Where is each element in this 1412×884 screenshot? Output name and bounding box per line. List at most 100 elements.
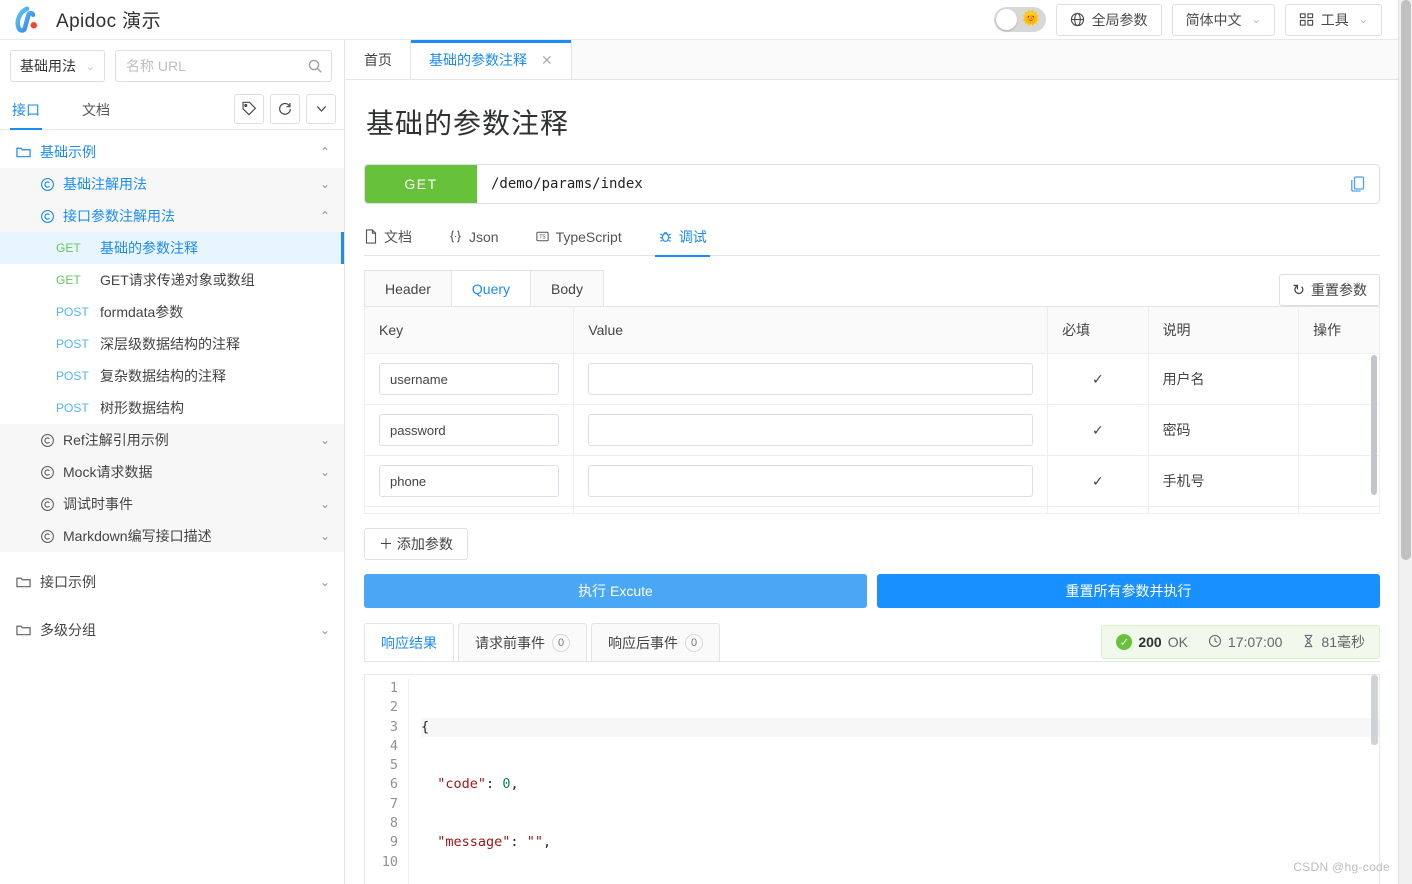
line-number: 6: [389, 776, 398, 793]
search-input[interactable]: [126, 58, 307, 74]
app-logo[interactable]: [0, 5, 42, 35]
tree-doc-basic-annotation[interactable]: 基础注解用法 ⌄: [0, 168, 344, 200]
editor-scrollbar[interactable]: [1371, 675, 1378, 745]
doctab-label: Json: [469, 228, 499, 245]
line-number-gutter: 1 2 3 4 5 6 7 8 9 10: [365, 679, 409, 884]
param-value-input[interactable]: [588, 363, 1034, 395]
project-select[interactable]: 基础用法 ⌄: [10, 50, 105, 82]
table-scrollbar[interactable]: [1371, 355, 1377, 495]
refresh-icon: ↻: [1292, 282, 1305, 299]
tag-icon[interactable]: [234, 93, 264, 124]
param-key-input[interactable]: [379, 363, 560, 395]
tree-api-formdata[interactable]: POST formdata参数: [0, 296, 344, 328]
scrollbar-thumb[interactable]: [1401, 0, 1411, 560]
param-action: [1298, 506, 1379, 513]
global-params-label: 全局参数: [1091, 11, 1148, 28]
tree-api-get-object-array[interactable]: GET GET请求传递对象或数组: [0, 264, 344, 296]
chevron-down-icon: ⌄: [1251, 14, 1261, 26]
chevron-down-icon[interactable]: ⌄: [320, 498, 330, 510]
chevron-down-icon[interactable]: ⌄: [320, 466, 330, 478]
folder-icon: [16, 145, 31, 159]
refresh-icon[interactable]: [270, 93, 300, 124]
copyright-icon: [40, 177, 55, 192]
tab-label: 基础的参数注释: [429, 51, 527, 68]
ptab-header[interactable]: Header: [364, 270, 452, 306]
global-params-button[interactable]: 全局参数: [1055, 3, 1162, 36]
close-icon[interactable]: ✕: [541, 53, 553, 67]
grid-icon: [1299, 12, 1314, 27]
reset-and-execute-button[interactable]: 重置所有参数并执行: [877, 574, 1380, 608]
tree-doc-param-annotation[interactable]: 接口参数注解用法 ⌃: [0, 200, 344, 232]
tree-label: 多级分组: [40, 622, 96, 638]
param-value-input[interactable]: [588, 414, 1034, 446]
tree-label: 基础的参数注释: [100, 240, 198, 256]
chevron-up-icon[interactable]: ⌃: [320, 146, 330, 158]
doctab-typescript[interactable]: TS TypeScript: [535, 218, 622, 256]
ptab-body[interactable]: Body: [530, 270, 604, 306]
ptab-query[interactable]: Query: [450, 270, 532, 306]
tree-api-tree-structure[interactable]: POST 树形数据结构: [0, 392, 344, 424]
tree-folder-interface-examples[interactable]: 接口示例 ⌄: [0, 566, 344, 598]
sidebar-tab-document[interactable]: 文档: [82, 88, 110, 130]
tree-doc-markdown-desc[interactable]: Markdown编写接口描述 ⌄: [0, 520, 344, 552]
status-code-group: ✓ 200 OK: [1116, 634, 1188, 650]
copyright-icon: [40, 497, 55, 512]
tree-doc-debug-events[interactable]: 调试时事件 ⌄: [0, 488, 344, 520]
chevron-down-icon[interactable]: ⌄: [320, 576, 330, 588]
status-time: 17:07:00: [1227, 634, 1283, 650]
search-icon[interactable]: [307, 58, 323, 74]
tree-api-basic-params[interactable]: GET 基础的参数注释: [0, 232, 344, 264]
search-box[interactable]: [115, 50, 332, 82]
tree-doc-ref-annotation[interactable]: Ref注解引用示例 ⌄: [0, 424, 344, 456]
line-number: 1: [389, 680, 398, 696]
method-badge: POST: [56, 305, 89, 319]
execute-button[interactable]: 执行 Excute: [364, 574, 867, 608]
doctab-label: 调试: [678, 228, 707, 245]
param-action: [1298, 353, 1379, 405]
status-duration-group: 81毫秒: [1302, 632, 1365, 652]
theme-toggle[interactable]: 🌞: [993, 7, 1046, 32]
tree-label: 复杂数据结构的注释: [100, 368, 226, 384]
rtab-response-result[interactable]: 响应结果: [364, 623, 454, 661]
chevron-down-icon[interactable]: [306, 93, 336, 124]
tab-basic-params[interactable]: 基础的参数注释 ✕: [411, 40, 572, 79]
reset-params-button[interactable]: ↻ 重置参数: [1279, 274, 1380, 306]
copy-icon[interactable]: [1337, 165, 1379, 203]
language-select[interactable]: 简体中文 ⌄: [1171, 3, 1275, 36]
rtab-label: 响应后事件: [608, 634, 678, 651]
app-title: Apidoc 演示: [56, 11, 161, 32]
chevron-down-icon[interactable]: ⌄: [320, 530, 330, 542]
sidebar-tab-interface[interactable]: 接口: [10, 88, 42, 130]
globe-icon: [1070, 12, 1085, 27]
param-key-input[interactable]: [379, 465, 560, 497]
url-input[interactable]: /demo/params/index: [477, 165, 1337, 203]
chevron-down-icon[interactable]: ⌄: [320, 624, 330, 636]
tree-folder-multi-level-group[interactable]: 多级分组 ⌄: [0, 614, 344, 646]
col-description: 说明: [1148, 307, 1300, 354]
doctab-document[interactable]: 文档: [364, 218, 412, 256]
tree-label: formdata参数: [100, 304, 184, 320]
rtab-pre-request-events[interactable]: 请求前事件 0: [458, 623, 587, 661]
tree-folder-basic-examples[interactable]: 基础示例 ⌃: [0, 136, 344, 168]
doctab-debug[interactable]: 调试: [654, 218, 710, 257]
tools-menu-button[interactable]: 工具 ⌄: [1284, 3, 1382, 36]
tree-api-deep-structure[interactable]: POST 深层级数据结构的注释: [0, 328, 344, 360]
add-param-button[interactable]: ＋ 添加参数: [364, 528, 468, 560]
tree-api-complex-structure[interactable]: POST 复杂数据结构的注释: [0, 360, 344, 392]
tree-label: Markdown编写接口描述: [63, 528, 212, 544]
chevron-down-icon: ⌄: [85, 60, 95, 73]
tree-label: GET请求传递对象或数组: [100, 272, 255, 288]
tree-doc-mock-data[interactable]: Mock请求数据 ⌄: [0, 456, 344, 488]
param-required: ✓: [1047, 353, 1149, 405]
chevron-down-icon[interactable]: ⌄: [320, 178, 330, 190]
tab-home[interactable]: 首页: [346, 40, 411, 79]
chevron-up-icon[interactable]: ⌃: [320, 210, 330, 222]
param-value-input[interactable]: [588, 465, 1034, 497]
doctab-json[interactable]: Json: [448, 218, 499, 256]
page-scrollbar[interactable]: [1398, 0, 1412, 884]
param-key-input[interactable]: [379, 414, 560, 446]
response-body-editor[interactable]: 1 2 3 4 5 6 7 8 9 10 { "code": 0, "messa…: [364, 674, 1380, 884]
chevron-down-icon[interactable]: ⌄: [320, 434, 330, 446]
method-select[interactable]: GET: [365, 165, 477, 203]
rtab-post-response-events[interactable]: 响应后事件 0: [591, 623, 720, 661]
